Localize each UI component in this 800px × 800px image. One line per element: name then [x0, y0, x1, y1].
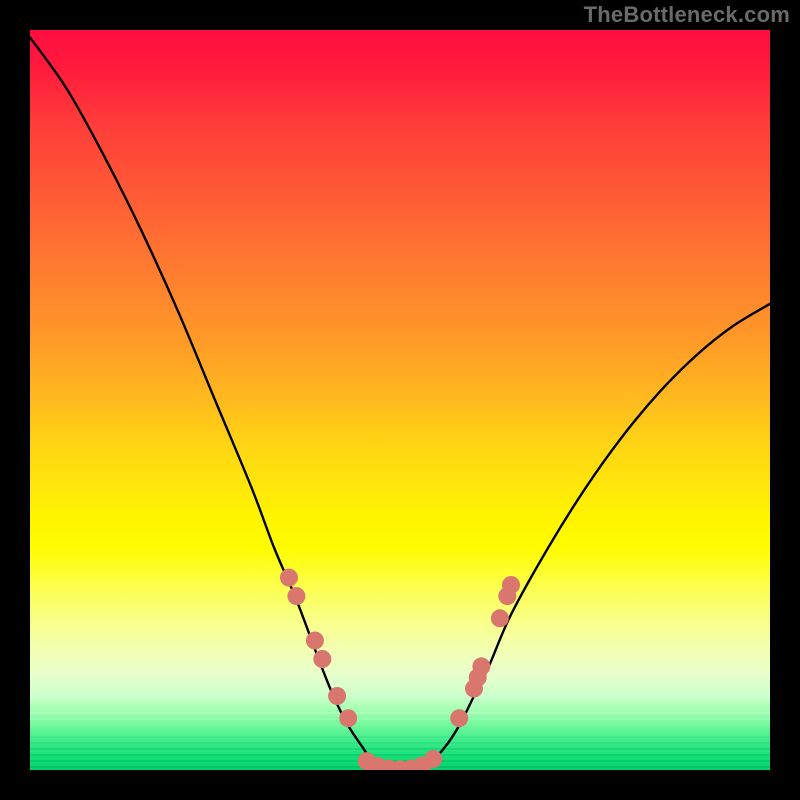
marker-dot: [502, 576, 520, 594]
curve-svg: [30, 30, 770, 770]
marker-dot: [491, 609, 509, 627]
marker-group-bottom: [358, 750, 443, 770]
marker-group-left: [280, 569, 357, 728]
marker-dot: [280, 569, 298, 587]
marker-dot: [472, 657, 490, 675]
marker-group-right: [450, 576, 520, 727]
plot-area: [30, 30, 770, 770]
marker-dot: [328, 687, 346, 705]
marker-dot: [450, 709, 468, 727]
chart-frame: TheBottleneck.com: [0, 0, 800, 800]
marker-dot: [287, 587, 305, 605]
marker-dot: [339, 709, 357, 727]
watermark-text: TheBottleneck.com: [584, 2, 790, 28]
marker-dot: [313, 650, 331, 668]
marker-dot: [306, 632, 324, 650]
bottleneck-curve: [30, 37, 770, 770]
marker-dot: [424, 750, 442, 768]
